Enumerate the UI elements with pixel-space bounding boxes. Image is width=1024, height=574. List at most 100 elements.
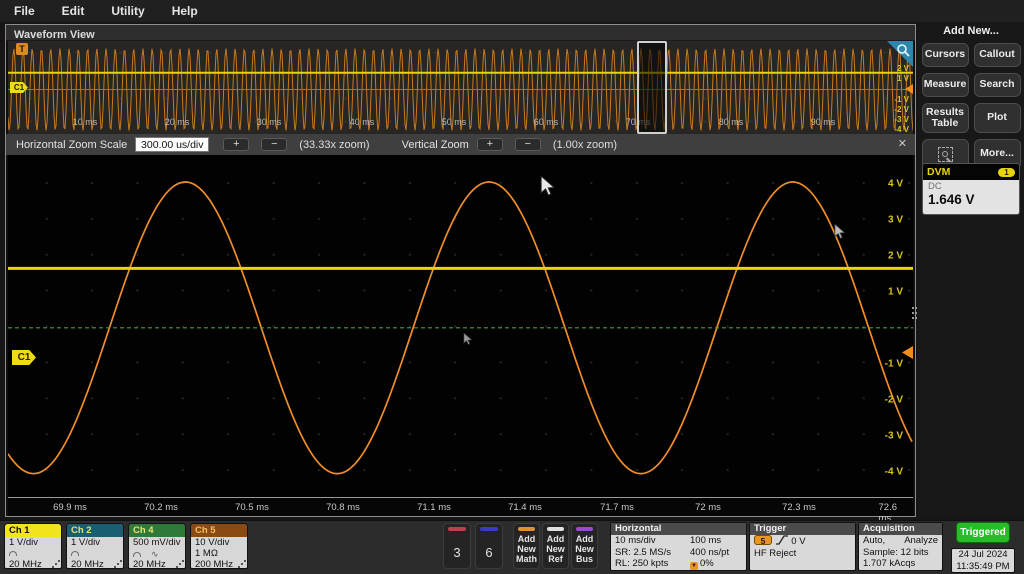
channel-4-label: Ch 4 bbox=[133, 525, 154, 536]
acquisition-badge[interactable]: Acquisition Auto, Analyze Sample: 12 bit… bbox=[858, 522, 943, 571]
record-overview-plot[interactable]: T C1 10 ms20 ms30 ms40 ms50 ms60 ms70 ms… bbox=[8, 41, 913, 134]
trigger-time-marker[interactable]: T bbox=[16, 43, 28, 55]
dvm-value: 1.646 V bbox=[928, 192, 1014, 207]
waveform-3-button[interactable]: 3 bbox=[443, 523, 471, 569]
ref-color-stripe bbox=[547, 527, 564, 531]
zoom-view-x-tick: 71.1 ms bbox=[417, 502, 451, 513]
h-zoom-scale-label: Horizontal Zoom Scale bbox=[16, 139, 127, 151]
v-zoom-plus-button[interactable]: + bbox=[477, 138, 503, 151]
zoom-view-y-tick: 1 V bbox=[888, 287, 903, 298]
v-zoom-minus-button[interactable]: − bbox=[515, 138, 541, 151]
zoom-view-y-tick: -4 V bbox=[885, 467, 903, 478]
zoom-view-x-tick: 70.5 ms bbox=[235, 502, 269, 513]
zoom-view-x-tick: 69.9 ms bbox=[53, 502, 87, 513]
channel-1-badge[interactable]: Ch 1 1 V/div 20 MHz bbox=[4, 523, 62, 569]
signal-path-icon bbox=[52, 566, 54, 568]
settings-bar: Ch 1 1 V/div 20 MHz Ch 2 1 V/div 20 MHz … bbox=[0, 520, 1024, 574]
channel-2-badge[interactable]: Ch 2 1 V/div 20 MHz bbox=[66, 523, 124, 569]
h-zoom-minus-button[interactable]: − bbox=[261, 138, 287, 151]
dvm-source-badge[interactable]: 1 bbox=[998, 168, 1015, 177]
zoom-view-y-tick: 3 V bbox=[888, 215, 903, 226]
add-new-math-button[interactable]: Add New Math bbox=[513, 523, 540, 569]
h-scale: 10 ms/div bbox=[615, 535, 690, 547]
mouse-cursor bbox=[463, 333, 473, 345]
overview-x-tick: 30 ms bbox=[257, 117, 282, 127]
channel-5-label: Ch 5 bbox=[195, 525, 216, 536]
channel-1-label: Ch 1 bbox=[9, 525, 30, 536]
horizontal-title: Horizontal bbox=[611, 523, 746, 535]
h-record-length: RL: 250 kpts bbox=[615, 558, 690, 570]
add-new-bus-button[interactable]: Add New Bus bbox=[571, 523, 598, 569]
zoom-view-y-tick: -2 V bbox=[885, 395, 903, 406]
channel-1-bandwidth: 20 MHz bbox=[9, 560, 42, 570]
h-zoom-plus-button[interactable]: + bbox=[223, 138, 249, 151]
measure-button[interactable]: Measure bbox=[922, 73, 969, 97]
overview-y-tick: 1 V bbox=[897, 74, 909, 83]
acq-analyze: Analyze bbox=[904, 535, 938, 547]
cursors-button[interactable]: Cursors bbox=[922, 43, 969, 67]
trigger-coupling: HF Reject bbox=[754, 548, 851, 560]
horizontal-badge[interactable]: Horizontal 10 ms/div 100 ms SR: 2.5 MS/s… bbox=[610, 522, 747, 571]
menu-bar: File Edit Utility Help bbox=[0, 0, 1024, 22]
callout-button[interactable]: Callout bbox=[974, 43, 1021, 67]
channel-5-badge[interactable]: Ch 5 10 V/div 1 MΩ 200 MHz bbox=[190, 523, 248, 569]
overview-y-tick: -4 V bbox=[894, 125, 909, 134]
overview-y-tick: -1 V bbox=[894, 95, 909, 104]
sine-wave-icon: ∿ bbox=[151, 549, 159, 559]
h-window: 100 ms bbox=[690, 535, 742, 547]
h-sample-rate: SR: 2.5 MS/s bbox=[615, 547, 690, 559]
add-new-panel: Add New... Cursors Callout Measure Searc… bbox=[918, 22, 1024, 518]
signal-path-icon bbox=[114, 566, 116, 568]
overview-x-tick: 20 ms bbox=[165, 117, 190, 127]
overview-zoom-icon[interactable] bbox=[887, 41, 913, 67]
zoom-view-y-tick: 4 V bbox=[888, 179, 903, 190]
channel-5-impedance: 1 MΩ bbox=[195, 549, 243, 559]
overview-y-tick: -3 V bbox=[894, 115, 909, 124]
bus-color-stripe bbox=[576, 527, 593, 531]
panel-resize-handle[interactable] bbox=[911, 305, 918, 325]
overview-x-tick: 50 ms bbox=[442, 117, 467, 127]
mouse-cursor bbox=[540, 176, 556, 196]
results-table-button[interactable]: Results Table bbox=[922, 103, 969, 133]
channel-2-bandwidth: 20 MHz bbox=[71, 560, 104, 570]
waveform-view-tab[interactable]: Waveform View bbox=[6, 25, 915, 41]
dvm-badge[interactable]: DVM 1 DC 1.646 V bbox=[922, 163, 1020, 215]
zoom-view-y-tick: -3 V bbox=[885, 431, 903, 442]
overview-x-tick: 40 ms bbox=[350, 117, 375, 127]
zoom-view-x-tick: 71.7 ms bbox=[600, 502, 634, 513]
waveform-6-color-stripe bbox=[480, 527, 498, 531]
trigger-badge[interactable]: Trigger 5 0 V HF Reject bbox=[749, 522, 856, 571]
menu-help[interactable]: Help bbox=[172, 4, 198, 18]
channel-4-scale: 500 mV/div bbox=[133, 538, 181, 549]
zoom-close-icon[interactable]: ✕ bbox=[898, 137, 907, 150]
channel-4-badge[interactable]: Ch 4 500 mV/div ∿ 20 MHz bbox=[128, 523, 186, 569]
mouse-cursor bbox=[834, 224, 846, 239]
add-new-ref-button[interactable]: Add New Ref bbox=[542, 523, 569, 569]
menu-utility[interactable]: Utility bbox=[111, 4, 144, 18]
add-new-title: Add New... bbox=[918, 25, 1024, 37]
acq-count: 1.707 kAcqs bbox=[863, 558, 938, 570]
add-new-button-grid: Cursors Callout Measure Search Results T… bbox=[918, 43, 1024, 169]
zoom-view-x-tick: 71.4 ms bbox=[508, 502, 542, 513]
zoom-window-handle[interactable] bbox=[637, 41, 667, 134]
probe-icon bbox=[133, 552, 141, 557]
v-zoom-factor: (1.00x zoom) bbox=[553, 139, 617, 151]
h-resolution: 400 ns/pt bbox=[690, 547, 742, 559]
dvm-title: DVM bbox=[927, 166, 950, 178]
menu-edit[interactable]: Edit bbox=[62, 4, 85, 18]
trigger-status-badge: Triggered bbox=[956, 522, 1010, 543]
zoom-view-x-tick: 70.2 ms bbox=[144, 502, 178, 513]
plot-button[interactable]: Plot bbox=[974, 103, 1021, 133]
channel-2-scale: 1 V/div bbox=[71, 538, 119, 549]
search-button[interactable]: Search bbox=[974, 73, 1021, 97]
signal-path-icon bbox=[238, 566, 240, 568]
overview-x-tick: 60 ms bbox=[534, 117, 559, 127]
channel-4-bandwidth: 20 MHz bbox=[133, 560, 166, 570]
menu-file[interactable]: File bbox=[14, 4, 35, 18]
acq-sample: Sample: 12 bits bbox=[863, 547, 938, 559]
waveform-6-button[interactable]: 6 bbox=[475, 523, 503, 569]
channel-5-scale: 10 V/div bbox=[195, 538, 243, 549]
zoom-view-plot[interactable]: C1 4 V3 V2 V1 V-1 V-2 V-3 V-4 V bbox=[8, 155, 913, 497]
trigger-position-icon: ▼ bbox=[690, 562, 698, 570]
h-zoom-scale-input[interactable] bbox=[135, 137, 209, 152]
